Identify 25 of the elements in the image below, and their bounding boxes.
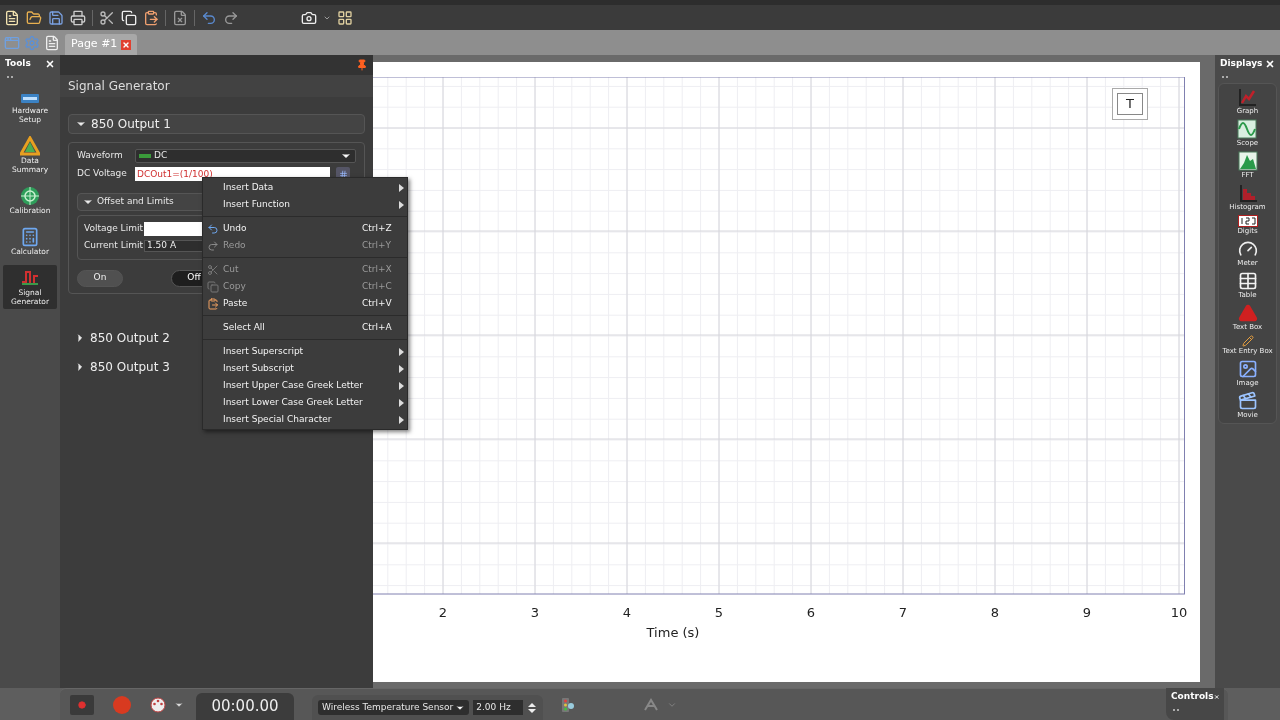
axis-tick-label: 7: [898, 605, 908, 620]
field-label: DC Voltage: [77, 167, 128, 181]
field-label: Waveform: [77, 149, 124, 163]
panel-title: Tools: [5, 57, 31, 71]
axis-tick-label: 4: [622, 605, 632, 620]
shortcut-label: Ctrl+A: [362, 320, 393, 334]
shortcut-label: Ctrl+Z: [362, 221, 393, 235]
axis-tick-label: 5: [714, 605, 724, 620]
shortcut-label: Ctrl+V: [362, 296, 393, 310]
shortcut-label: Ctrl+X: [362, 262, 393, 276]
field-label: Voltage Limit: [84, 222, 142, 236]
axis-tick-label: 9: [1082, 605, 1092, 620]
axis-tick-label: 2: [438, 605, 448, 620]
axis-title: Time (s): [646, 625, 700, 640]
axis-tick-label: 10: [1170, 605, 1188, 620]
shortcut-label: Ctrl+C: [362, 279, 393, 293]
elapsed-time: 00:00.00: [196, 692, 294, 720]
panel-title: Displays: [1220, 57, 1263, 71]
axis-tick-label: 3: [530, 605, 540, 620]
panel-title: Controls: [1171, 690, 1214, 704]
field-label: Current Limit: [84, 239, 142, 252]
axis-tick-label: 8: [990, 605, 1000, 620]
shortcut-label: Ctrl+Y: [362, 238, 393, 252]
axis-tick-label: 6: [806, 605, 816, 620]
panel-title: Signal Generator: [60, 75, 373, 97]
